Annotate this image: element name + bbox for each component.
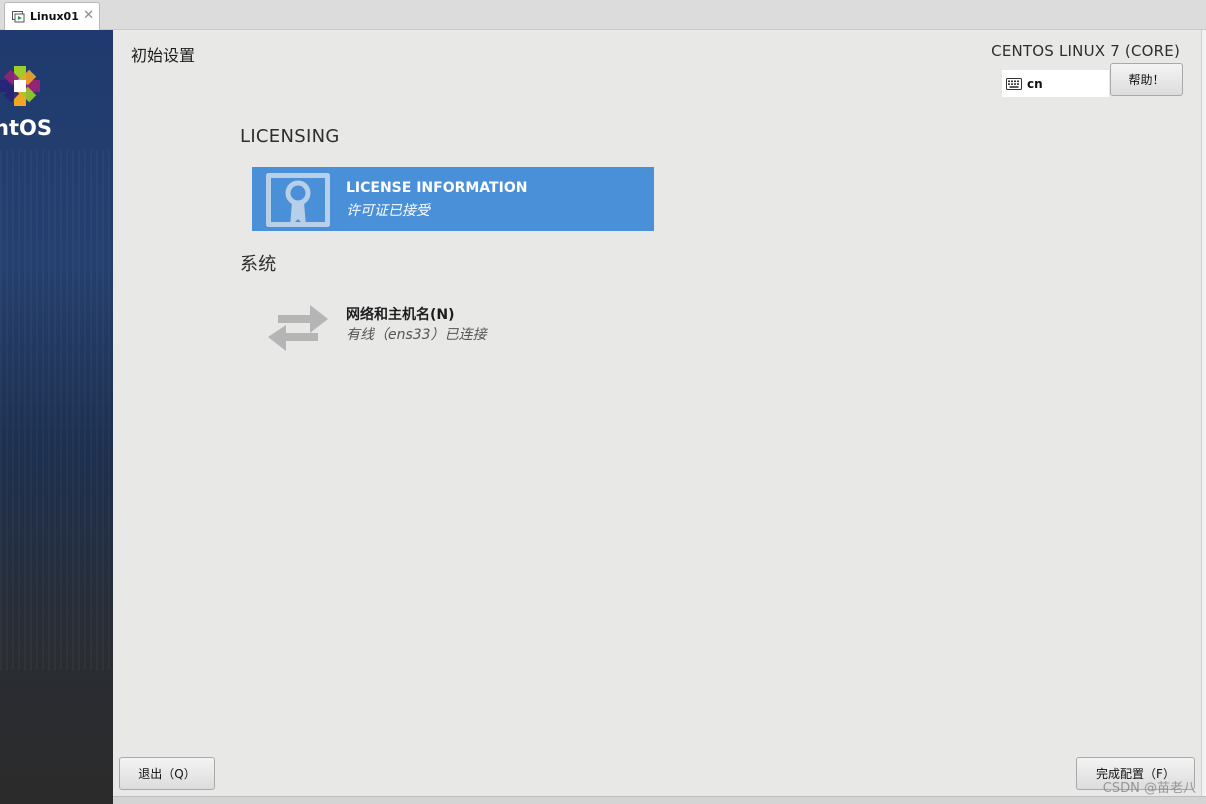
spoke-status: 许可证已接受 [346, 203, 430, 219]
keyboard-layout-indicator[interactable]: cn [1002, 70, 1109, 97]
page-title: 初始设置 [131, 46, 196, 65]
vm-icon [12, 10, 25, 23]
close-icon[interactable]: ✕ [83, 8, 94, 23]
network-icon [268, 305, 328, 351]
vm-tab-label: Linux01 [30, 10, 79, 23]
spoke-title: LICENSE INFORMATION [346, 180, 528, 196]
centos-logo-text: ntOS [0, 116, 52, 140]
product-name: CENTOS LINUX 7 (CORE) [991, 42, 1180, 60]
spoke-status: 有线（ens33）已连接 [346, 327, 487, 343]
watermark: CSDN @苗老八 [1102, 781, 1196, 796]
spoke-network-hostname[interactable]: 网络和主机名(N) 有线（ens33）已连接 [252, 291, 654, 355]
keyboard-icon [1006, 77, 1022, 90]
vm-tab-strip: Linux01 ✕ [0, 0, 1206, 30]
spoke-license-information[interactable]: LICENSE INFORMATION 许可证已接受 [252, 167, 654, 231]
main-panel: 初始设置 CENTOS LINUX 7 (CORE) cn 帮助！ LICENS… [113, 30, 1201, 796]
license-icon [266, 173, 330, 227]
help-button[interactable]: 帮助！ [1110, 63, 1183, 96]
centos-logo-icon [0, 66, 40, 106]
spoke-title: 网络和主机名(N) [346, 307, 455, 323]
host-window-edge [1201, 30, 1206, 804]
section-title-system: 系统 [240, 254, 277, 275]
sidebar-texture [0, 150, 113, 670]
sidebar: ntOS [0, 30, 113, 804]
host-status-bar [113, 796, 1206, 804]
section-title-licensing: LICENSING [240, 126, 340, 147]
quit-button[interactable]: 退出（Q） [119, 757, 215, 790]
keyboard-layout-label: cn [1027, 76, 1043, 91]
vm-tab-linux01[interactable]: Linux01 ✕ [4, 2, 100, 30]
